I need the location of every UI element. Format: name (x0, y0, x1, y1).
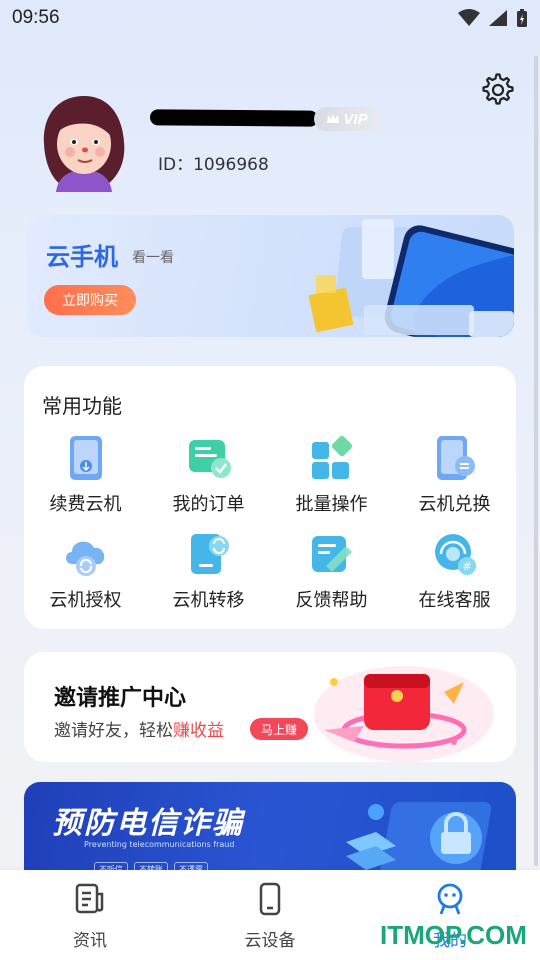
phone-illustration (308, 219, 514, 337)
crown-icon (327, 114, 340, 123)
renew-phone-icon (69, 436, 102, 480)
online-support-button[interactable]: # 在线客服 (393, 530, 516, 612)
common-functions-card: 常用功能 续费云机 我的订单 批量操作 云机兑换 云机授权 云机转移 反馈帮助 … (24, 366, 516, 629)
svg-text:#: # (462, 560, 471, 573)
exchange-icon (436, 436, 475, 480)
function-label: 在线客服 (418, 590, 491, 611)
gear-icon[interactable] (480, 72, 516, 108)
vip-badge: VIP (314, 107, 380, 131)
fraud-title: 预防电信诈骗 (52, 806, 244, 841)
invite-title: 邀请推广中心 (54, 686, 187, 711)
function-label: 批量操作 (295, 494, 368, 515)
status-icons (458, 8, 528, 28)
buy-now-button[interactable]: 立即购买 (44, 285, 136, 315)
invite-sub-highlight: 赚收益 (173, 721, 224, 741)
red-envelope-illustration (314, 666, 494, 762)
signal-icon (489, 10, 507, 26)
transfer-button[interactable]: 云机转移 (147, 530, 270, 612)
status-time: 09:56 (12, 7, 60, 28)
device-icon (259, 882, 281, 916)
batch-operation-button[interactable]: 批量操作 (270, 434, 393, 516)
functions-title: 常用功能 (42, 394, 122, 418)
status-bar: 09:56 (0, 0, 540, 36)
news-icon (75, 883, 104, 914)
feedback-button[interactable]: 反馈帮助 (270, 530, 393, 612)
support-icon: # (434, 534, 476, 575)
function-label: 我的订单 (172, 494, 245, 515)
renew-phone-button[interactable]: 续费云机 (24, 434, 147, 516)
function-label: 云机授权 (49, 590, 122, 611)
user-id: ID：1096968 (158, 155, 269, 175)
authorize-icon (65, 541, 104, 576)
feedback-icon (311, 536, 352, 572)
function-label: 云机兑换 (418, 494, 491, 515)
tab-cloud-device[interactable]: 云设备 (180, 870, 360, 960)
fraud-subtitle: Preventing telecommunications fraud (84, 840, 235, 849)
transfer-icon (190, 534, 229, 574)
exchange-button[interactable]: 云机兑换 (393, 434, 516, 516)
profile-icon (437, 883, 463, 915)
username-redacted (149, 109, 319, 127)
tab-label: 云设备 (244, 931, 296, 951)
security-illustration (346, 802, 492, 882)
function-label: 反馈帮助 (295, 590, 368, 611)
function-label: 云机转移 (172, 590, 245, 611)
function-label: 续费云机 (49, 494, 122, 515)
my-orders-button[interactable]: 我的订单 (147, 434, 270, 516)
functions-grid: 续费云机 我的订单 批量操作 云机兑换 云机授权 云机转移 反馈帮助 # 在线客… (24, 434, 516, 612)
cloud-phone-banner[interactable]: 云手机 看一看 立即购买 (26, 215, 514, 337)
order-icon (188, 440, 231, 478)
watermark: ITMOP.COM (380, 920, 527, 950)
battery-icon (517, 9, 527, 27)
invite-subtitle: 邀请好友，轻松赚收益 (54, 716, 224, 741)
vip-label: VIP (343, 110, 368, 128)
banner-subtitle: 看一看 (132, 250, 174, 266)
banner-title: 云手机 (46, 243, 118, 271)
avatar[interactable] (36, 92, 132, 192)
invite-sub-text: 邀请好友，轻松 (54, 721, 173, 741)
authorize-button[interactable]: 云机授权 (24, 530, 147, 612)
wifi-icon (458, 9, 480, 26)
tab-news[interactable]: 资讯 (0, 870, 180, 960)
batch-icon (311, 435, 352, 479)
tab-label: 资讯 (73, 931, 107, 951)
anti-fraud-banner[interactable]: 预防电信诈骗 Preventing telecommunications fra… (24, 782, 516, 882)
invite-promotion-card[interactable]: 邀请推广中心 邀请好友，轻松赚收益 马上赚 (24, 652, 516, 762)
scrollbar[interactable] (534, 56, 538, 866)
